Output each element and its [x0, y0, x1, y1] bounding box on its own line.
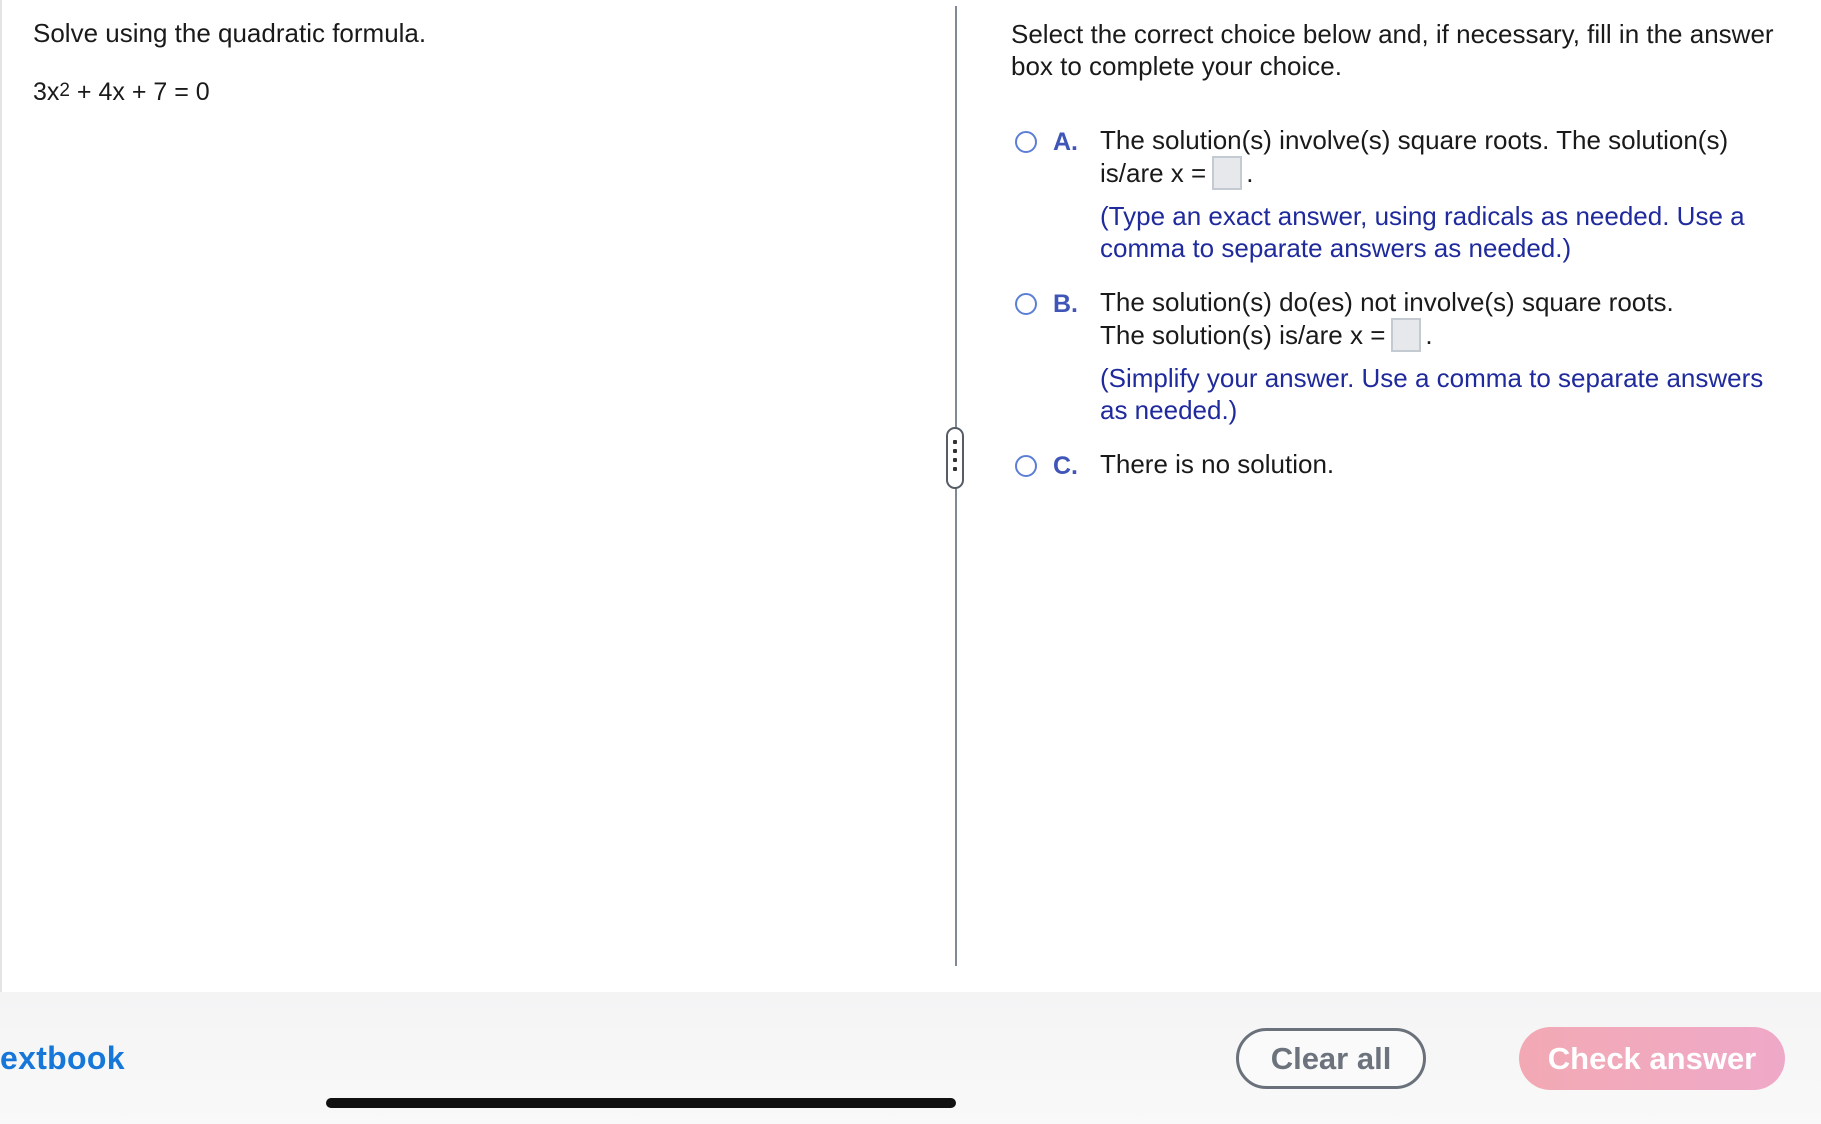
choice-a-answer-box[interactable]: [1212, 156, 1243, 191]
choice-a-hint: (Type an exact answer, using radicals as…: [1100, 201, 1745, 263]
equation: 3x2 + 4x + 7 = 0: [33, 78, 210, 107]
choice-b-prefix: The solution(s) is/are x =: [1100, 320, 1386, 350]
equation-term-coef: 3x: [33, 78, 60, 106]
choice-a-line1: The solution(s) involve(s) square roots.…: [1100, 125, 1729, 155]
choice-b-answer-box[interactable]: [1391, 318, 1422, 353]
check-answer-button[interactable]: Check answer: [1519, 1027, 1785, 1090]
home-indicator[interactable]: [326, 1098, 956, 1108]
choice-a-line2: is/are x =.: [1100, 156, 1790, 192]
choice-b-suffix: .: [1425, 320, 1433, 350]
question-pane: Solve using the quadratic formula. 3x2 +…: [0, 0, 955, 992]
choice-b-line1: The solution(s) do(es) not involve(s) sq…: [1100, 287, 1674, 317]
choice-a-suffix: .: [1246, 158, 1254, 188]
drag-dots-icon: [953, 440, 957, 476]
choice-b-radio[interactable]: [1015, 293, 1037, 315]
choice-b-letter: B.: [1053, 290, 1078, 318]
choice-b-hint: (Simplify your answer. Use a comma to se…: [1100, 363, 1764, 425]
choice-a-radio[interactable]: [1015, 131, 1037, 153]
answer-pane: Select the correct choice below and, if …: [1011, 0, 1801, 992]
choice-a-prefix: is/are x =: [1100, 158, 1207, 188]
choice-a-letter: A.: [1053, 128, 1078, 156]
question-title: Solve using the quadratic formula.: [33, 18, 427, 48]
clear-all-button[interactable]: Clear all: [1236, 1028, 1426, 1089]
choice-c-radio[interactable]: [1015, 455, 1037, 477]
choice-b-text: The solution(s) do(es) not involve(s) sq…: [1100, 286, 1790, 354]
choice-c-letter: C.: [1053, 452, 1078, 480]
equation-rest: + 4x + 7 = 0: [69, 78, 210, 106]
equation-exponent: 2: [59, 80, 70, 101]
choice-a-text: The solution(s) involve(s) square roots.…: [1100, 124, 1790, 192]
textbook-link[interactable]: extbook: [0, 1040, 125, 1077]
pane-resize-handle[interactable]: [946, 427, 964, 489]
instructions: Select the correct choice below and, if …: [1011, 19, 1774, 81]
choice-c-text: There is no solution.: [1100, 449, 1335, 479]
choice-b-line2: The solution(s) is/are x =.: [1100, 318, 1790, 354]
